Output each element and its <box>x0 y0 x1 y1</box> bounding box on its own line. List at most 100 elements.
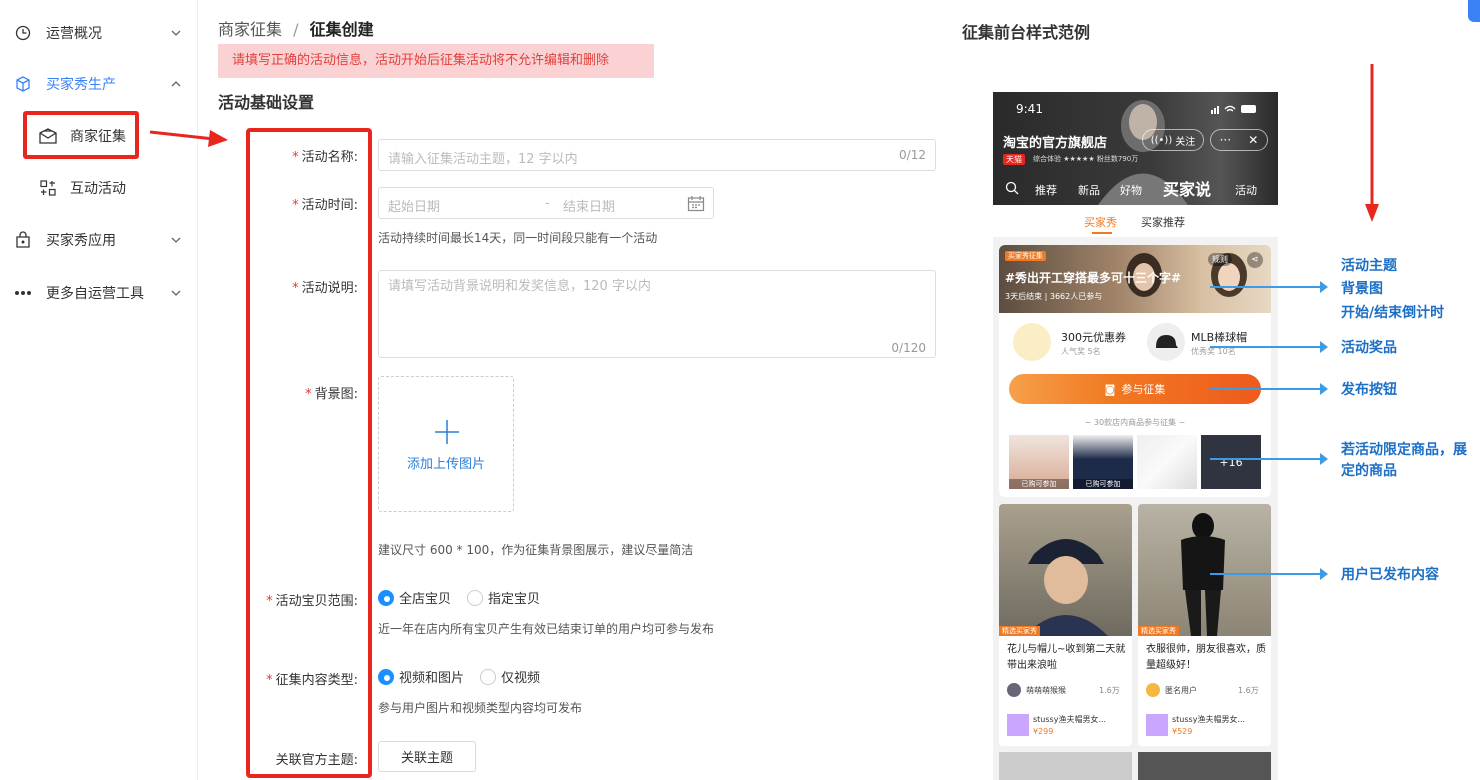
shop-tab[interactable]: 新品 <box>1078 182 1100 198</box>
annotation-arrow <box>1210 383 1328 395</box>
corner-widget[interactable] <box>1468 0 1480 22</box>
more-close-capsule[interactable]: ··· ✕ <box>1210 129 1268 151</box>
bg-image-label: * 背景图: <box>305 387 358 402</box>
preview-title: 征集前台样式范例 <box>962 23 1091 42</box>
product-thumb[interactable] <box>1137 435 1197 489</box>
breadcrumb-current: 征集创建 <box>309 20 374 39</box>
post-tag: 精选买家秀 <box>1138 626 1179 636</box>
red-arrow-down-icon <box>1365 64 1379 222</box>
bg-image-hint: 建议尺寸 600 * 100，作为征集背景图展示，建议尽量简洁 <box>378 543 694 557</box>
post-tag: 精选买家秀 <box>999 626 1040 636</box>
grid-icon <box>38 179 58 197</box>
radio-dot <box>378 668 394 685</box>
shop-name: 淘宝的官方旗舰店 <box>1003 136 1108 151</box>
annotation-text: 开始/结束倒计时 <box>1341 305 1445 321</box>
annotation-arrow <box>1210 568 1328 580</box>
product-thumb[interactable]: 已购可参加 <box>1009 435 1069 489</box>
post-photo: 精选买家秀 <box>1138 504 1271 636</box>
banner-tag: 买家秀征集 <box>1005 251 1046 261</box>
sidebar-item-label: 互动活动 <box>70 181 126 197</box>
sidebar-item-label: 更多自运营工具 <box>46 286 144 302</box>
product-tag: 已购可参加 <box>1009 479 1069 489</box>
annotation-arrow <box>1210 281 1328 293</box>
shop-tab[interactable]: 活动 <box>1235 182 1257 198</box>
cube-icon <box>14 75 32 93</box>
prize-name: MLB棒球帽 <box>1191 331 1248 344</box>
sub-tab[interactable]: 买家推荐 <box>1141 214 1185 230</box>
activity-time-hint: 活动持续时间最长14天，同一时间段只能有一个活动 <box>378 231 658 245</box>
sub-tab-active[interactable]: 买家秀 <box>1084 214 1117 230</box>
product-more[interactable]: +16 <box>1201 435 1261 489</box>
start-date-placeholder[interactable]: 起始日期 <box>388 196 440 215</box>
link-theme-button[interactable]: 关联主题 <box>378 741 476 772</box>
post-card[interactable] <box>1138 752 1271 780</box>
bag-icon <box>14 231 32 249</box>
post-card[interactable]: 精选买家秀 花儿与帽儿~收到第二天就带出来浪啦 萌萌萌猴猴 1.6万 stuss… <box>999 504 1132 746</box>
annotation-text: 用户已发布内容 <box>1341 567 1439 583</box>
warning-alert: 请填写正确的活动信息，活动开始后征集活动将不允许编辑和删除 <box>218 44 654 78</box>
content-radio-video-image[interactable]: 视频和图片 <box>378 667 464 686</box>
shop-tab[interactable]: 好物 <box>1120 182 1142 198</box>
post-user: 匿名用户 <box>1165 686 1197 695</box>
clock-icon <box>14 24 32 42</box>
activity-time-label: * 活动时间: <box>292 198 358 213</box>
status-time: 9:41 <box>1016 102 1043 116</box>
camera-icon: ◙ <box>1104 382 1116 396</box>
calendar-icon[interactable] <box>687 195 705 212</box>
post-card[interactable] <box>999 752 1132 780</box>
plus-icon <box>435 420 459 444</box>
end-date-placeholder[interactable]: 结束日期 <box>563 196 615 215</box>
post-likes[interactable]: 1.6万 <box>1238 685 1259 696</box>
activity-name-placeholder: 请输入征集活动主题，12 字以内 <box>388 152 578 167</box>
highlight-box <box>23 111 139 159</box>
close-icon[interactable]: ✕ <box>1248 133 1258 147</box>
activity-desc-textarea[interactable]: 请填写活动背景说明和发奖信息，120 字以内 0/120 <box>378 270 936 358</box>
breadcrumb: 商家征集 / 征集创建 <box>218 16 374 40</box>
activity-desc-label: * 活动说明: <box>292 281 358 296</box>
tmall-badge: 天猫 <box>1003 154 1025 165</box>
content-type-hint: 参与用户图片和视频类型内容均可发布 <box>378 701 583 715</box>
activity-name-counter: 0/12 <box>899 148 926 162</box>
campaign-banner: 买家秀征集 规则 ⋖ #秀出开工穿搭最多可十三个字# 3天后结束 | 3662人… <box>999 245 1271 313</box>
more-icon[interactable]: ··· <box>1220 133 1231 147</box>
post-product: stussy渔夫帽男女... <box>1033 715 1107 724</box>
banner-meta: 3天后结束 | 3662人已参与 <box>1005 292 1103 301</box>
radio-dot <box>480 668 497 685</box>
share-icon[interactable]: ⋖ <box>1247 252 1263 268</box>
product-thumb <box>1007 714 1029 736</box>
scope-radio-all[interactable]: 全店宝贝 <box>378 588 451 607</box>
radio-dot <box>378 589 394 606</box>
avatar <box>1007 683 1021 697</box>
product-thumb[interactable]: 已购可参加 <box>1073 435 1133 489</box>
radio-dot <box>467 589 484 606</box>
post-card[interactable]: 精选买家秀 衣服很帅，朋友很喜欢，质量超级好！ 匿名用户 1.6万 stussy… <box>1138 504 1271 746</box>
shop-tab-active[interactable]: 买家说 <box>1163 176 1211 200</box>
chevron-down-icon <box>171 237 181 243</box>
sidebar-item-overview[interactable]: 运营概况 <box>0 13 198 53</box>
activity-time-range-picker[interactable]: 起始日期 - 结束日期 <box>378 187 714 219</box>
post-price: ¥299 <box>1033 727 1054 736</box>
search-icon[interactable] <box>1005 181 1019 195</box>
post-text: 花儿与帽儿~收到第二天就带出来浪啦 <box>1007 644 1126 671</box>
scope-radio-specified[interactable]: 指定宝贝 <box>467 588 540 607</box>
post-product: stussy渔夫帽男女... <box>1172 715 1246 724</box>
content-radio-video-only[interactable]: 仅视频 <box>480 667 540 686</box>
chevron-up-icon <box>171 81 181 87</box>
breadcrumb-parent[interactable]: 商家征集 <box>218 20 282 39</box>
post-likes[interactable]: 1.6万 <box>1099 685 1120 696</box>
annotation-text: 发布按钮 <box>1341 382 1397 398</box>
sidebar-item-buyer-show-production[interactable]: 买家秀生产 <box>0 64 198 104</box>
shop-tab[interactable]: 推荐 <box>1035 182 1057 198</box>
sidebar-item-buyer-show-apply[interactable]: 买家秀应用 <box>0 220 198 260</box>
follow-button[interactable]: ((•)) 关注 <box>1142 129 1204 151</box>
activity-desc-counter: 0/120 <box>891 341 926 355</box>
sub-tabs: 买家秀 买家推荐 <box>993 205 1278 237</box>
activity-name-input[interactable]: 请输入征集活动主题，12 字以内 0/12 <box>378 139 936 171</box>
post-photo: 精选买家秀 <box>999 504 1132 636</box>
section-title: 活动基础设置 <box>218 93 315 112</box>
rule-button[interactable]: 规则 <box>1208 253 1232 266</box>
image-upload-box[interactable]: 添加上传图片 <box>378 376 514 512</box>
sidebar-item-label: 运营概况 <box>46 26 102 42</box>
sidebar-item-label: 买家秀生产 <box>46 77 116 93</box>
annotation-arrow <box>1210 453 1328 465</box>
